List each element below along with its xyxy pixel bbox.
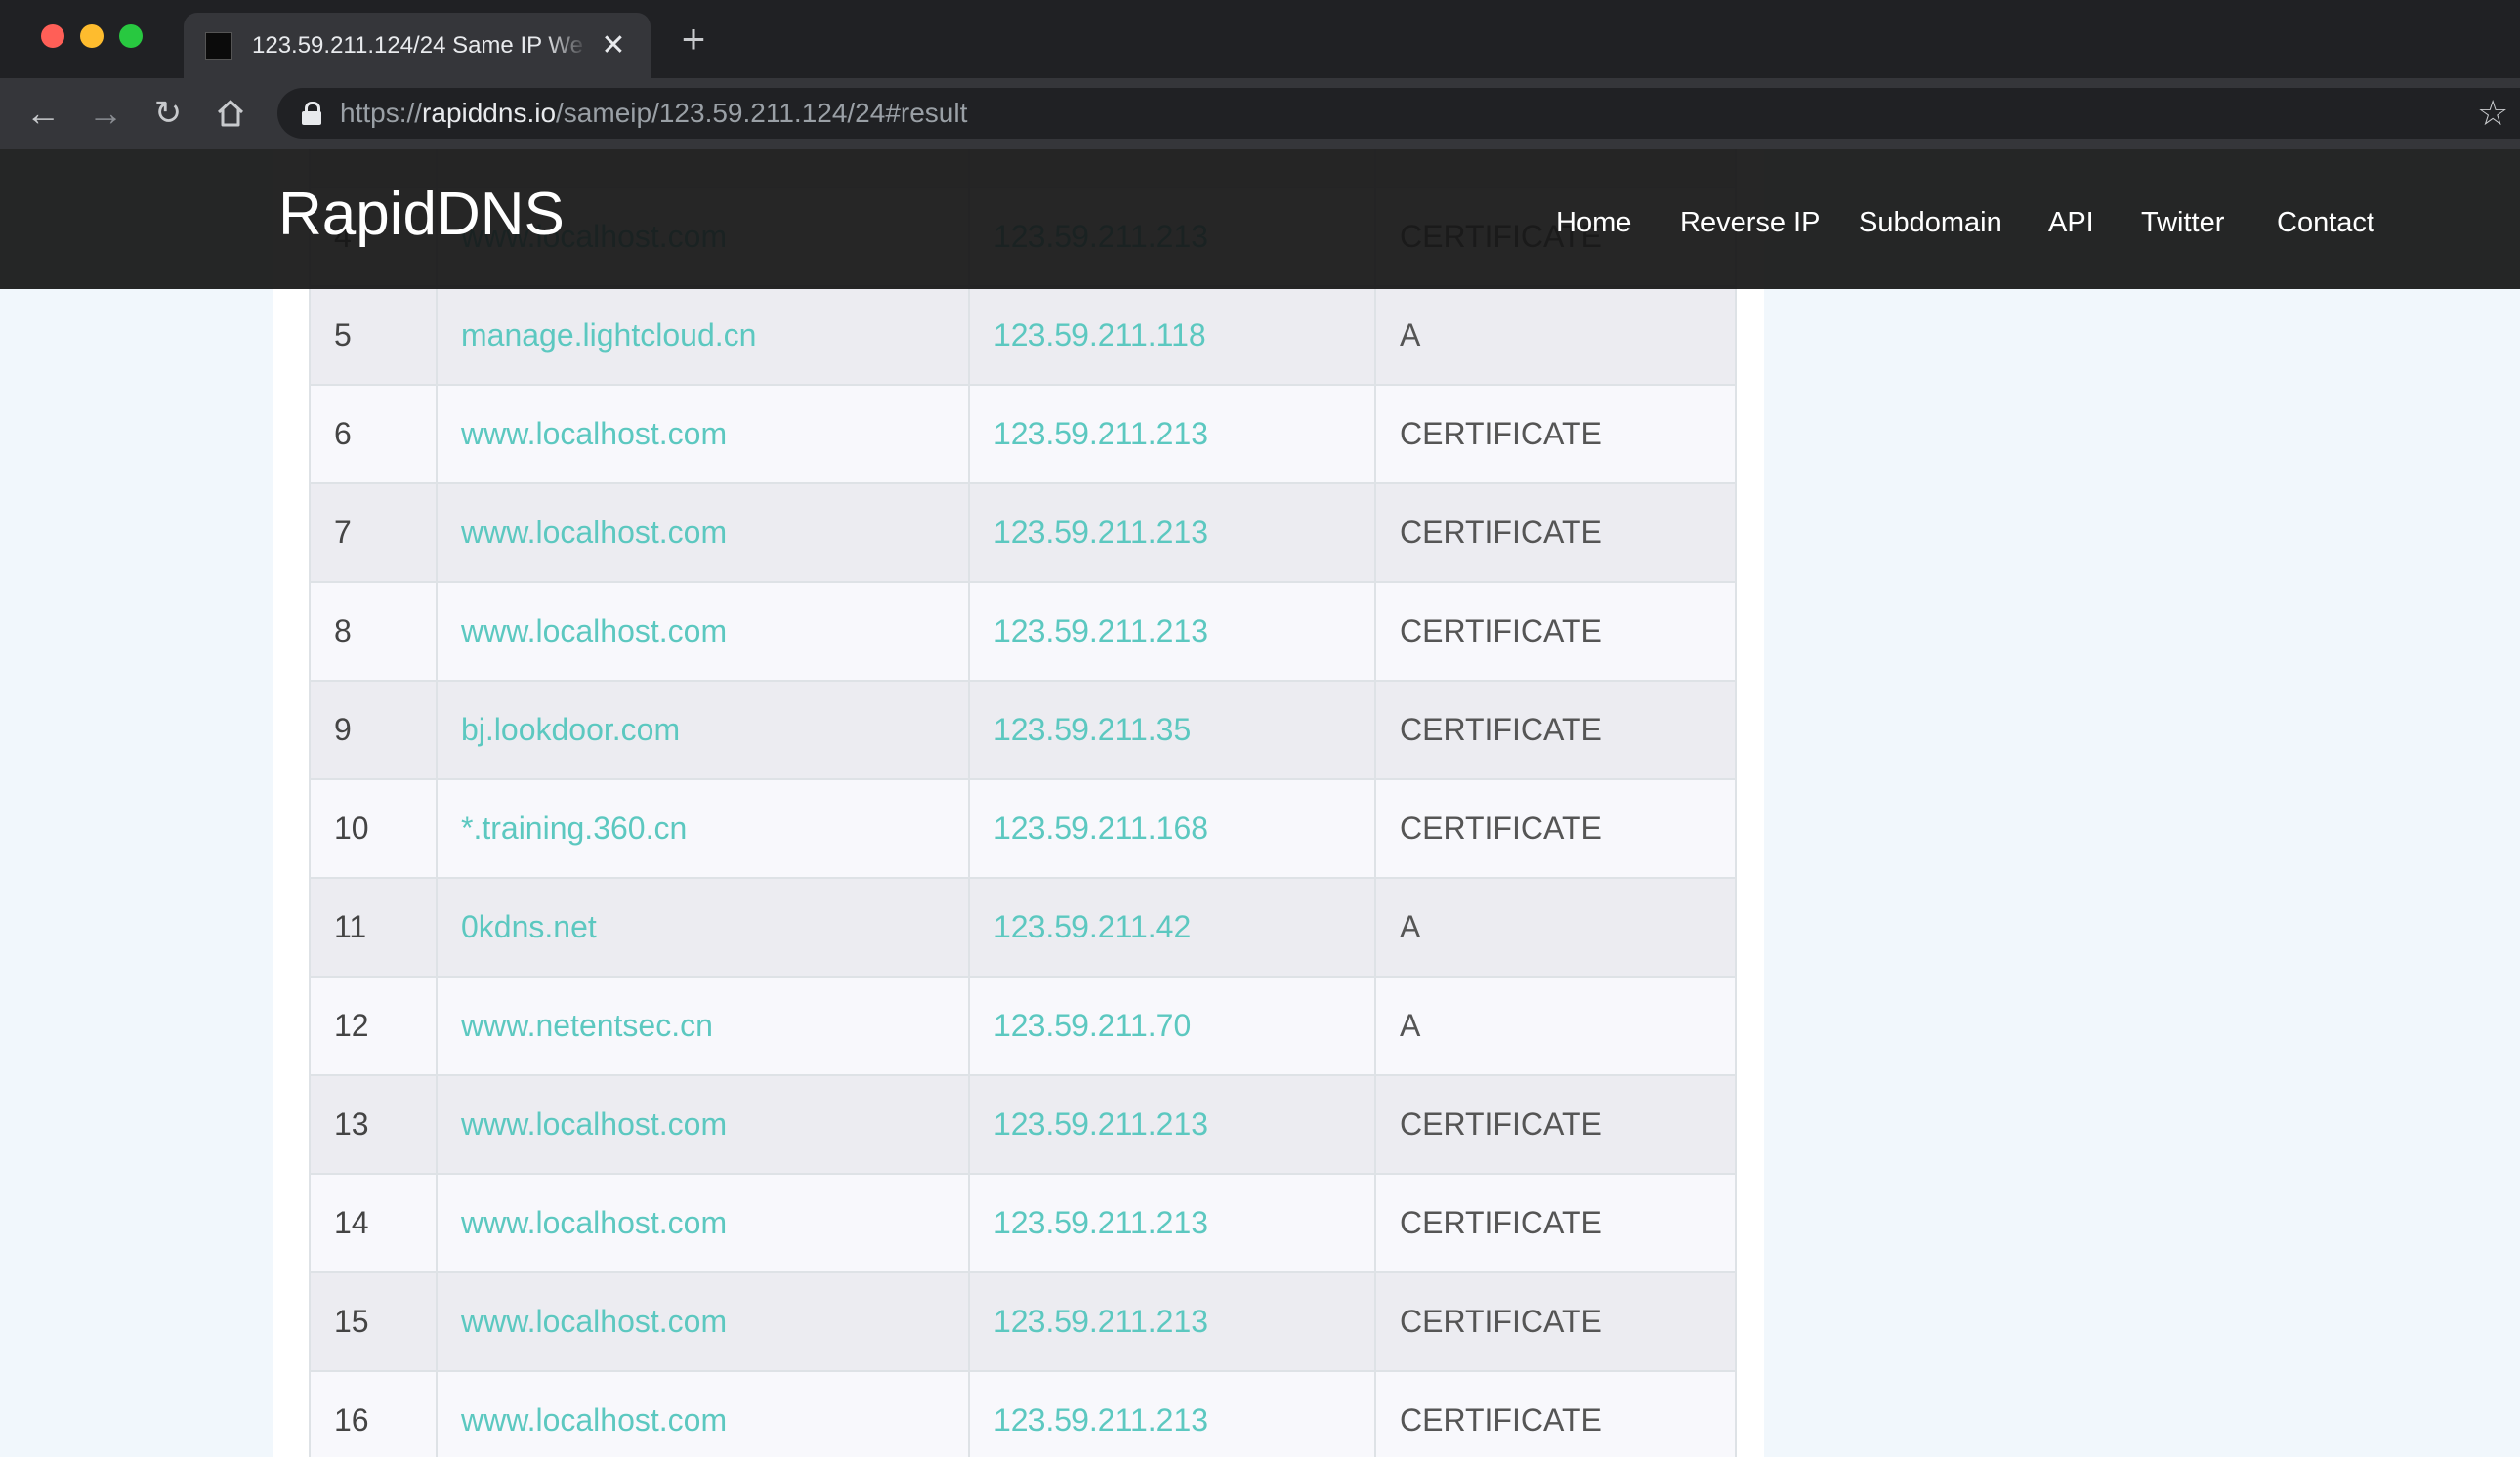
domain-link[interactable]: www.localhost.com bbox=[436, 1173, 970, 1273]
ip-link[interactable]: 123.59.211.213 bbox=[968, 1370, 1376, 1457]
row-number: 14 bbox=[309, 1173, 438, 1273]
site-navbar: RapidDNS Home Reverse IP Subdomain API T… bbox=[0, 149, 2520, 289]
table-row: 6 www.localhost.com 123.59.211.213 CERTIFIC… bbox=[309, 384, 1737, 484]
ip-link[interactable]: 123.59.211.70 bbox=[968, 976, 1376, 1076]
address-bar[interactable]: https://rapiddns.io/sameip/123.59.211.12… bbox=[277, 88, 2520, 139]
domain-link[interactable]: www.localhost.com bbox=[436, 482, 970, 583]
nav-links: Home Reverse IP Subdomain API Twitter Co… bbox=[0, 200, 2520, 245]
row-number: 16 bbox=[309, 1370, 438, 1457]
table-row: 13 www.localhost.com 123.59.211.213 CERTIFI… bbox=[309, 1074, 1737, 1175]
row-number: 7 bbox=[309, 482, 438, 583]
url-path: /sameip/123.59.211.124/24#result bbox=[556, 98, 968, 128]
domain-link[interactable]: 0kdns.net bbox=[436, 877, 970, 978]
minimize-window-button[interactable] bbox=[80, 24, 104, 48]
maximize-window-button[interactable] bbox=[119, 24, 143, 48]
record-type: CERTIFICATE bbox=[1374, 1173, 1737, 1273]
nav-subdomain[interactable]: Subdomain bbox=[1859, 200, 2002, 245]
ip-link[interactable]: 123.59.211.213 bbox=[968, 384, 1376, 484]
ip-link[interactable]: 123.59.211.213 bbox=[968, 1074, 1376, 1175]
row-number: 15 bbox=[309, 1271, 438, 1372]
domain-link[interactable]: www.localhost.com bbox=[436, 1271, 970, 1372]
row-number: 8 bbox=[309, 581, 438, 682]
new-tab-button[interactable]: + bbox=[676, 19, 711, 60]
record-type: A bbox=[1374, 877, 1737, 978]
table-row: 5 manage.lightcloud.cn 123.59.211.118 A bbox=[309, 285, 1737, 386]
domain-link[interactable]: www.localhost.com bbox=[436, 1370, 970, 1457]
tab-title: 123.59.211.124/24 Same IP Website bbox=[252, 32, 584, 59]
domain-link[interactable]: *.training.360.cn bbox=[436, 778, 970, 879]
table-row: 8 www.localhost.com 123.59.211.213 CERTIFIC… bbox=[309, 581, 1737, 682]
nav-reverse-ip[interactable]: Reverse IP bbox=[1680, 200, 1820, 245]
table-row: 12 www.netentsec.cn 123.59.211.70 A bbox=[309, 976, 1737, 1076]
nav-contact[interactable]: Contact bbox=[2277, 200, 2374, 245]
record-type: CERTIFICATE bbox=[1374, 778, 1737, 879]
record-type: CERTIFICATE bbox=[1374, 1271, 1737, 1372]
domain-link[interactable]: bj.lookdoor.com bbox=[436, 680, 970, 780]
table-row: 16 www.localhost.com 123.59.211.213 CERTIFI… bbox=[309, 1370, 1737, 1457]
record-type: A bbox=[1374, 285, 1737, 386]
table-row: 15 www.localhost.com 123.59.211.213 CERTIFI… bbox=[309, 1271, 1737, 1372]
nav-twitter[interactable]: Twitter bbox=[2141, 200, 2224, 245]
row-number: 11 bbox=[309, 877, 438, 978]
back-arrow-icon[interactable]: ← bbox=[21, 92, 64, 135]
page-viewport[interactable]: 3www.localhost.com123.59.211.213CERTIFIC… bbox=[0, 149, 2520, 1457]
results-table: 3www.localhost.com123.59.211.213CERTIFIC… bbox=[309, 149, 1737, 1457]
domain-link[interactable]: www.localhost.com bbox=[436, 384, 970, 484]
table-row: 11 0kdns.net 123.59.211.42 A bbox=[309, 877, 1737, 978]
ip-link[interactable]: 123.59.211.213 bbox=[968, 1271, 1376, 1372]
forward-arrow-icon[interactable]: → bbox=[84, 92, 127, 135]
row-number: 13 bbox=[309, 1074, 438, 1175]
browser-toolbar: ← → ↻ https://rapiddns.io/sameip/123.59.… bbox=[0, 78, 2520, 149]
bookmark-star-icon[interactable]: ☆ bbox=[2477, 92, 2512, 135]
ip-link[interactable]: 123.59.211.168 bbox=[968, 778, 1376, 879]
domain-link[interactable]: manage.lightcloud.cn bbox=[436, 285, 970, 386]
tab-title-fade bbox=[545, 26, 588, 65]
domain-link[interactable]: www.localhost.com bbox=[436, 581, 970, 682]
record-type: CERTIFICATE bbox=[1374, 1370, 1737, 1457]
row-number: 12 bbox=[309, 976, 438, 1076]
ip-link[interactable]: 123.59.211.35 bbox=[968, 680, 1376, 780]
domain-link[interactable]: www.localhost.com bbox=[436, 1074, 970, 1175]
table-row: 14 www.localhost.com 123.59.211.213 CERTIFI… bbox=[309, 1173, 1737, 1273]
ip-link[interactable]: 123.59.211.118 bbox=[968, 285, 1376, 386]
table-row: 7 www.localhost.com 123.59.211.213 CERTIFIC… bbox=[309, 482, 1737, 583]
row-number: 9 bbox=[309, 680, 438, 780]
record-type: A bbox=[1374, 976, 1737, 1076]
ip-link[interactable]: 123.59.211.213 bbox=[968, 1173, 1376, 1273]
nav-api[interactable]: API bbox=[2048, 200, 2094, 245]
table-row: 9 bj.lookdoor.com 123.59.211.35 CERTIFICATE bbox=[309, 680, 1737, 780]
url-host: rapiddns.io bbox=[422, 98, 557, 128]
favicon-icon bbox=[205, 32, 232, 60]
row-number: 10 bbox=[309, 778, 438, 879]
browser-tab-strip: 123.59.211.124/24 Same IP Website ✕ + bbox=[0, 0, 2520, 78]
ip-link[interactable]: 123.59.211.42 bbox=[968, 877, 1376, 978]
record-type: CERTIFICATE bbox=[1374, 384, 1737, 484]
record-type: CERTIFICATE bbox=[1374, 581, 1737, 682]
browser-tab[interactable]: 123.59.211.124/24 Same IP Website ✕ bbox=[184, 13, 651, 78]
record-type: CERTIFICATE bbox=[1374, 1074, 1737, 1175]
row-number: 5 bbox=[309, 285, 438, 386]
record-type: CERTIFICATE bbox=[1374, 482, 1737, 583]
ip-link[interactable]: 123.59.211.213 bbox=[968, 482, 1376, 583]
tab-close-icon[interactable]: ✕ bbox=[598, 29, 629, 62]
url-scheme: https:// bbox=[340, 98, 423, 128]
row-number: 6 bbox=[309, 384, 438, 484]
table-row: 10 *.training.360.cn 123.59.211.168 CERTIFI… bbox=[309, 778, 1737, 879]
close-window-button[interactable] bbox=[41, 24, 64, 48]
lock-icon[interactable] bbox=[301, 102, 322, 125]
domain-link[interactable]: www.netentsec.cn bbox=[436, 976, 970, 1076]
url-text[interactable]: https://rapiddns.io/sameip/123.59.211.12… bbox=[340, 96, 967, 131]
record-type: CERTIFICATE bbox=[1374, 680, 1737, 780]
reload-icon[interactable]: ↻ bbox=[147, 92, 189, 135]
home-icon[interactable] bbox=[209, 92, 252, 135]
nav-home[interactable]: Home bbox=[1556, 200, 1631, 245]
ip-link[interactable]: 123.59.211.213 bbox=[968, 581, 1376, 682]
